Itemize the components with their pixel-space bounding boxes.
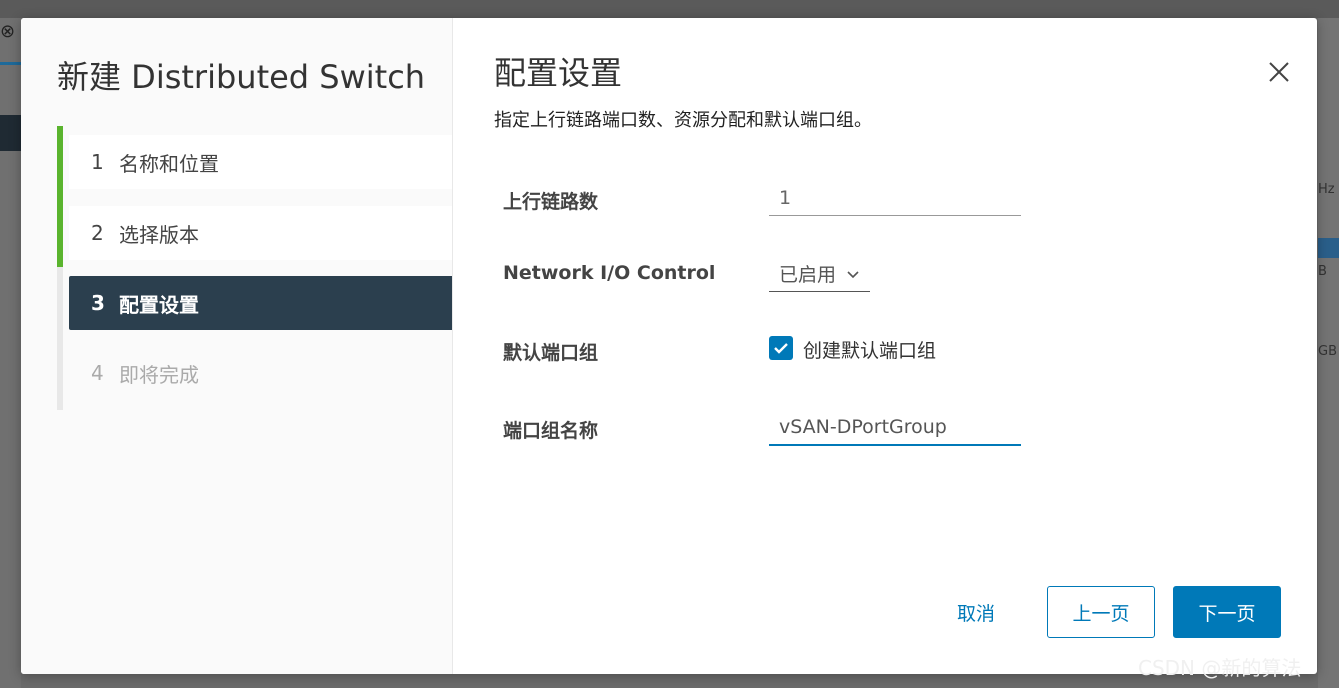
wizard-sidebar: 新建 Distributed Switch 1 名称和位置 2 选择版本 3 配… (21, 18, 453, 674)
default-portgroup-label: 默认端口组 (503, 342, 599, 364)
nioc-label: Network I/O Control (503, 262, 716, 284)
create-default-portgroup-label[interactable]: 创建默认端口组 (803, 336, 936, 363)
uplinks-label: 上行链路数 (503, 191, 599, 213)
step-number: 4 (91, 361, 104, 385)
chevron-down-icon (846, 263, 860, 285)
wizard-title: 新建 Distributed Switch (57, 58, 426, 96)
step-label: 配置设置 (119, 292, 199, 317)
step-ready-to-complete: 4 即将完成 (69, 346, 452, 400)
watermark: CSDN @新的算法 (1138, 656, 1302, 680)
step-select-version[interactable]: 2 选择版本 (69, 206, 452, 260)
portgroup-name-label: 端口组名称 (503, 420, 599, 442)
next-button[interactable]: 下一页 (1173, 586, 1281, 638)
background-text-fragment: B (1318, 264, 1327, 279)
step-rail-progress (57, 126, 63, 267)
wizard-steps: 1 名称和位置 2 选择版本 3 配置设置 4 即将完成 (57, 126, 452, 410)
page-title: 配置设置 (494, 54, 623, 92)
background-right-panel: Hz B GB (1318, 18, 1339, 688)
close-icon[interactable] (1265, 58, 1293, 86)
background-selected-row (0, 115, 21, 151)
step-name-location[interactable]: 1 名称和位置 (69, 135, 452, 189)
background-tab-indicator (0, 62, 21, 65)
new-distributed-switch-dialog: 新建 Distributed Switch 1 名称和位置 2 选择版本 3 配… (21, 18, 1317, 674)
step-number: 1 (91, 150, 104, 174)
nioc-select[interactable]: 已启用 (769, 256, 870, 292)
page-subtitle: 指定上行链路端口数、资源分配和默认端口组。 (494, 110, 872, 131)
wizard-content: 配置设置 指定上行链路端口数、资源分配和默认端口组。 上行链路数 Network… (453, 18, 1317, 674)
cancel-button[interactable]: 取消 (931, 586, 1021, 638)
step-label: 即将完成 (119, 362, 199, 387)
background-text-fragment: GB (1318, 344, 1337, 359)
checkmark-icon (774, 343, 788, 354)
uplinks-input[interactable] (769, 180, 1021, 216)
step-configure-settings[interactable]: 3 配置设置 (69, 276, 452, 330)
app-logo-icon: ⊗ (0, 21, 16, 42)
nioc-selected-value: 已启用 (779, 264, 837, 286)
background-bar (1318, 238, 1339, 258)
portgroup-name-input[interactable] (769, 410, 1021, 446)
step-label: 名称和位置 (119, 151, 219, 176)
background-topbar (0, 0, 1339, 18)
step-number: 2 (91, 221, 104, 245)
create-default-portgroup-checkbox[interactable] (769, 336, 793, 360)
back-button[interactable]: 上一页 (1047, 586, 1155, 638)
step-label: 选择版本 (119, 222, 199, 247)
background-text-fragment: Hz (1318, 182, 1335, 197)
step-number: 3 (91, 291, 105, 315)
